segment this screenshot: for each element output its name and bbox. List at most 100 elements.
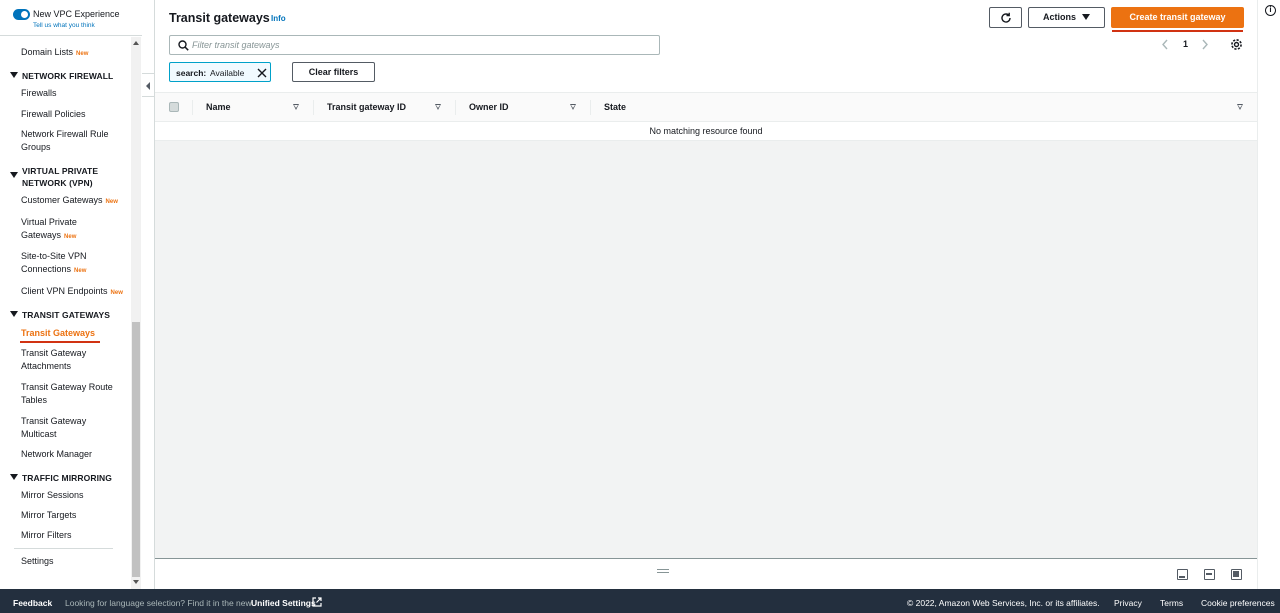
- refresh-icon: [1001, 12, 1011, 23]
- copyright-text: © 2022, Amazon Web Services, Inc. or its…: [907, 598, 1100, 608]
- toggle-knob: [21, 11, 28, 18]
- nav-item-domain-lists[interactable]: Domain Lists New: [21, 46, 125, 61]
- chevron-right-icon[interactable]: [1201, 39, 1209, 50]
- nav-item-firewalls[interactable]: Firewalls: [21, 87, 125, 100]
- nav-item-virtual-private-gateways[interactable]: Virtual Private Gateways New: [21, 216, 101, 244]
- nav-item-mirror-targets[interactable]: Mirror Targets: [21, 509, 125, 522]
- help-panel-rail: i: [1257, 0, 1280, 589]
- nav-section-transit-gateways[interactable]: TRANSIT GATEWAYS: [10, 309, 125, 321]
- scrollbar-thumb[interactable]: [132, 322, 140, 577]
- vpc-experience-toggle-panel: New VPC Experience Tell us what you thin…: [0, 0, 142, 36]
- current-page-number[interactable]: 1: [1183, 39, 1188, 49]
- nav-item-customer-gateways[interactable]: Customer Gateways New: [21, 194, 125, 209]
- new-experience-toggle[interactable]: [13, 9, 30, 20]
- scroll-down-arrow-icon[interactable]: [133, 580, 139, 584]
- filter-token: search: Available: [169, 62, 271, 82]
- expand-triangle-icon: [10, 172, 18, 178]
- nav-item-transit-gateways[interactable]: Transit Gateways: [21, 327, 125, 340]
- page-title: Transit gateways: [169, 11, 270, 25]
- nav-item-settings[interactable]: Settings: [21, 555, 125, 568]
- refresh-button[interactable]: [989, 7, 1022, 28]
- column-header-owner-id[interactable]: Owner ID: [469, 102, 509, 112]
- cookie-preferences-link[interactable]: Cookie preferences: [1201, 598, 1275, 608]
- icon-fill: [1206, 573, 1212, 575]
- filter-value: Available: [210, 68, 245, 78]
- select-all-checkbox[interactable]: [169, 102, 179, 112]
- search-input[interactable]: [192, 38, 652, 52]
- new-badge: New: [74, 268, 87, 274]
- info-icon[interactable]: i: [1265, 5, 1276, 16]
- column-separator: [455, 100, 456, 115]
- toggle-title: New VPC Experience: [33, 9, 120, 19]
- search-field[interactable]: [169, 35, 660, 55]
- chevron-left-icon: [146, 82, 150, 90]
- nav-item-label: Domain Lists: [21, 47, 74, 57]
- sort-icon[interactable]: [570, 104, 576, 110]
- nav-item-mirror-filters[interactable]: Mirror Filters: [21, 529, 125, 542]
- new-badge: New: [64, 234, 77, 240]
- scroll-up-arrow-icon[interactable]: [133, 41, 139, 45]
- column-header-state[interactable]: State: [604, 102, 626, 112]
- column-separator: [313, 100, 314, 115]
- language-message: Looking for language selection? Find it …: [65, 598, 252, 608]
- split-full-icon[interactable]: [1231, 569, 1242, 580]
- gear-icon[interactable]: [1230, 38, 1243, 51]
- privacy-link[interactable]: Privacy: [1114, 598, 1142, 608]
- nav-item-mirror-sessions[interactable]: Mirror Sessions: [21, 489, 125, 502]
- nav-item-rule-groups[interactable]: Network Firewall Rule Groups: [21, 128, 125, 154]
- nav-item-site-to-site[interactable]: Site-to-Site VPN Connections New: [21, 250, 101, 278]
- search-icon: [178, 40, 189, 51]
- chevron-left-icon[interactable]: [1161, 39, 1169, 50]
- nav-scroll-area: Domain Lists New NETWORK FIREWALL Firewal…: [0, 37, 142, 589]
- section-label: TRAFFIC MIRRORING: [22, 473, 112, 483]
- table-container: Transit gateways Info Actions Create tra…: [155, 0, 1257, 122]
- section-label: VIRTUAL PRIVATE NETWORK (VPN): [22, 166, 99, 188]
- nav-section-vpn[interactable]: VIRTUAL PRIVATE NETWORK (VPN): [10, 165, 125, 189]
- terms-link[interactable]: Terms: [1160, 598, 1183, 608]
- column-header-name[interactable]: Name: [206, 102, 231, 112]
- external-link-icon: [312, 597, 322, 607]
- nav-item-label: Customer Gateways: [21, 195, 103, 205]
- split-middle-icon[interactable]: [1204, 569, 1215, 580]
- new-badge: New: [105, 199, 118, 205]
- info-link[interactable]: Info: [271, 14, 286, 23]
- active-item-underline: [20, 341, 100, 343]
- nav-section-network-firewall[interactable]: NETWORK FIREWALL: [10, 70, 125, 82]
- nav-item-tgw-attachments[interactable]: Transit Gateway Attachments: [21, 347, 106, 373]
- section-label: TRANSIT GATEWAYS: [22, 310, 111, 320]
- unified-settings-link[interactable]: Unified Settings: [251, 598, 316, 608]
- expand-triangle-icon: [10, 474, 18, 480]
- side-navigation: New VPC Experience Tell us what you thin…: [0, 0, 142, 589]
- nav-item-label: Client VPN Endpoints: [21, 286, 108, 296]
- split-panel-bar: [155, 558, 1257, 589]
- column-separator: [192, 100, 193, 115]
- nav-item-firewall-policies[interactable]: Firewall Policies: [21, 108, 125, 121]
- create-transit-gateway-button[interactable]: Create transit gateway: [1111, 7, 1244, 28]
- create-button-underline: [1112, 30, 1243, 32]
- resize-handle[interactable]: [657, 569, 669, 573]
- console-footer: Feedback Looking for language selection?…: [0, 589, 1280, 613]
- sort-icon[interactable]: [1237, 104, 1243, 110]
- sort-icon[interactable]: [435, 104, 441, 110]
- column-header-gateway-id[interactable]: Transit gateway ID: [327, 102, 406, 112]
- nav-item-network-manager[interactable]: Network Manager: [21, 448, 125, 461]
- sort-icon[interactable]: [293, 104, 299, 110]
- split-bottom-icon[interactable]: [1177, 569, 1188, 580]
- empty-message: No matching resource found: [649, 126, 763, 136]
- nav-item-tgw-route-tables[interactable]: Transit Gateway Route Tables: [21, 381, 125, 407]
- icon-fill: [1233, 571, 1239, 577]
- expand-triangle-icon: [10, 311, 18, 317]
- nav-section-traffic-mirroring[interactable]: TRAFFIC MIRRORING: [10, 472, 125, 484]
- feedback-link[interactable]: Feedback: [13, 598, 52, 608]
- table-header: Name Transit gateway ID Owner ID State: [155, 92, 1257, 122]
- clear-filters-button[interactable]: Clear filters: [292, 62, 375, 82]
- main-content: Transit gateways Info Actions Create tra…: [155, 0, 1257, 589]
- nav-divider: [14, 548, 113, 549]
- nav-item-tgw-multicast[interactable]: Transit Gateway Multicast: [21, 415, 106, 441]
- close-icon[interactable]: [257, 68, 267, 78]
- column-separator: [590, 100, 591, 115]
- nav-item-client-vpn[interactable]: Client VPN Endpoints New: [21, 285, 136, 300]
- actions-dropdown[interactable]: Actions: [1028, 7, 1105, 28]
- feedback-link[interactable]: Tell us what you think: [33, 22, 95, 29]
- collapse-sidebar-button[interactable]: [142, 73, 155, 97]
